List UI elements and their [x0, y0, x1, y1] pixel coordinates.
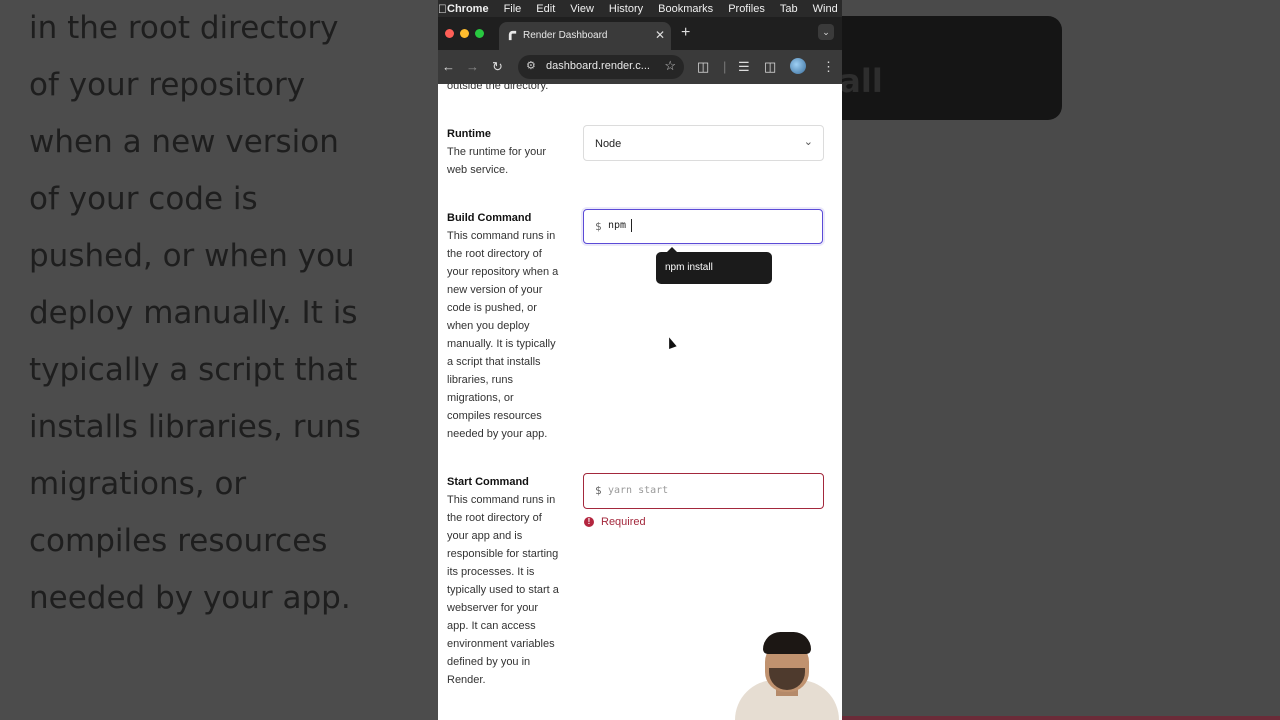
background-line: compiles resources	[29, 523, 328, 559]
tab-strip: Render Dashboard ✕ + ⌄	[438, 17, 842, 50]
close-tab-icon[interactable]: ✕	[655, 28, 665, 42]
back-icon[interactable]: ←	[442, 59, 455, 75]
start-command-input[interactable]: $ yarn start	[583, 473, 824, 509]
start-command-description: This command runs in the root directory …	[447, 494, 559, 686]
tab-search-icon[interactable]: ⌄	[818, 24, 834, 40]
background-line: migrations, or	[29, 466, 247, 502]
menu-item-view[interactable]: View	[570, 3, 594, 15]
background-line: of your code is	[29, 181, 258, 217]
autocomplete-suggestion[interactable]: npm install	[656, 247, 772, 284]
menu-item-file[interactable]: File	[504, 3, 522, 15]
background-text-left: in the root directory of your repository…	[29, 0, 429, 627]
build-command-input[interactable]: $ npm	[583, 209, 823, 244]
menu-item-bookmarks[interactable]: Bookmarks	[658, 3, 713, 15]
menu-bar:  Chrome File Edit View History Bookmark…	[438, 0, 842, 17]
tab-render-dashboard[interactable]: Render Dashboard ✕	[499, 22, 671, 50]
build-command-description: This command runs in the root directory …	[447, 230, 559, 440]
tab-title: Render Dashboard	[523, 30, 608, 41]
dollar-prompt-icon: $	[595, 220, 602, 233]
reload-icon[interactable]: ↻	[492, 59, 503, 75]
required-error-text: Required	[601, 516, 646, 528]
background-line: typically a script that	[29, 352, 358, 388]
error-icon: !	[584, 517, 594, 527]
webcam-overlay	[733, 632, 842, 720]
background-line: of your repository	[29, 67, 306, 103]
render-logo-icon	[508, 30, 517, 41]
background-line: deploy manually. It is	[29, 295, 358, 331]
side-panel-icon[interactable]: ◫	[764, 59, 776, 75]
build-command-value[interactable]: npm	[608, 220, 626, 231]
build-command-label: Build Command	[447, 212, 532, 224]
suggestion-text[interactable]: npm install	[665, 262, 713, 273]
runtime-selected-value: Node	[595, 138, 622, 150]
apple-icon[interactable]: 	[438, 2, 447, 16]
runtime-select[interactable]: Node ⌄	[583, 125, 824, 161]
runtime-label: Runtime	[447, 128, 491, 140]
menu-item-chrome[interactable]: Chrome	[447, 3, 489, 15]
minimize-window-icon[interactable]	[460, 29, 469, 38]
close-window-icon[interactable]	[445, 29, 454, 38]
media-control-icon[interactable]: ☰	[738, 59, 750, 75]
render-new-web-service-form: outside the directory. Runtime The runti…	[438, 84, 842, 720]
extensions-icon[interactable]: ◫	[697, 59, 709, 75]
toolbar-divider: |	[723, 59, 727, 74]
background-accent-bar	[842, 716, 1280, 720]
previous-field-description: outside the directory.	[447, 84, 549, 92]
url-text[interactable]: dashboard.render.c...	[546, 60, 650, 72]
menu-item-history[interactable]: History	[609, 3, 643, 15]
address-bar[interactable]: ⚙ dashboard.render.c... ☆	[518, 55, 684, 79]
background-line: installs libraries, runs	[29, 409, 361, 445]
menu-item-profiles[interactable]: Profiles	[728, 3, 765, 15]
background-tooltip-card: tall	[842, 16, 1062, 120]
chevron-down-icon: ⌄	[803, 136, 813, 148]
runtime-description: The runtime for your web service.	[447, 146, 547, 176]
profile-avatar-icon[interactable]	[790, 58, 806, 74]
mouse-pointer-icon	[665, 335, 677, 350]
start-command-placeholder[interactable]: yarn start	[608, 485, 668, 496]
background-line: in the root directory	[29, 10, 339, 46]
new-tab-icon[interactable]: +	[681, 24, 690, 42]
start-command-label: Start Command	[447, 476, 529, 488]
background-line: needed by your app.	[29, 580, 351, 616]
bookmark-star-icon[interactable]: ☆	[664, 58, 676, 74]
browser-toolbar: ← → ↻ ⚙ dashboard.render.c... ☆ ◫ | ☰ ◫ …	[438, 50, 842, 84]
background-video-right: tall	[842, 0, 1280, 720]
text-caret	[631, 219, 632, 232]
background-text-right: tall	[842, 62, 883, 100]
site-info-icon[interactable]: ⚙	[526, 59, 536, 72]
menu-item-edit[interactable]: Edit	[536, 3, 555, 15]
background-line: pushed, or when you	[29, 238, 355, 274]
presenter-hair	[763, 632, 811, 654]
tooltip-arrow	[666, 247, 678, 253]
dollar-prompt-icon: $	[595, 484, 602, 497]
forward-icon[interactable]: →	[466, 59, 479, 75]
background-line: when a new version	[29, 124, 339, 160]
menu-item-tab[interactable]: Tab	[780, 3, 798, 15]
kebab-menu-icon[interactable]: ⋮	[822, 59, 835, 75]
menu-item-window[interactable]: Wind	[813, 3, 838, 15]
zoom-window-icon[interactable]	[475, 29, 484, 38]
background-video-left: in the root directory of your repository…	[0, 0, 438, 720]
